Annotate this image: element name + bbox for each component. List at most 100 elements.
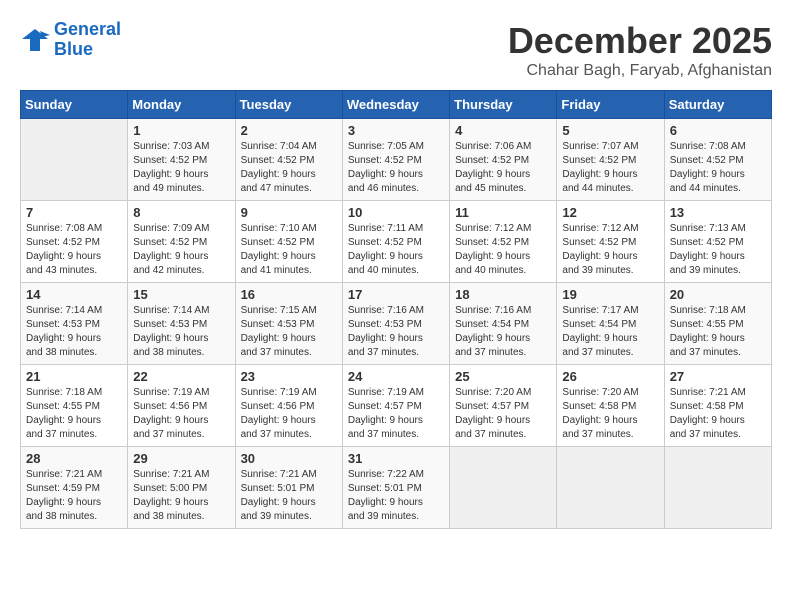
calendar-cell: 24 Sunrise: 7:19 AM Sunset: 4:57 PM Dayli… [342, 365, 449, 447]
calendar-cell [21, 119, 128, 201]
day-number: 4 [455, 123, 551, 138]
day-info: Sunrise: 7:20 AM Sunset: 4:57 PM Dayligh… [455, 386, 551, 442]
day-info: Sunrise: 7:09 AM Sunset: 4:52 PM Dayligh… [133, 222, 229, 278]
day-number: 14 [26, 287, 122, 302]
calendar-cell: 13Sunrise: 7:13 AM Sunset: 4:52 PM Dayli… [664, 201, 771, 283]
logo-text: GeneralBlue [54, 20, 121, 60]
day-number: 26 [562, 369, 658, 384]
calendar-cell: 7Sunrise: 7:08 AM Sunset: 4:52 PM Daylig… [21, 201, 128, 283]
day-number: 1 [133, 123, 229, 138]
day-number: 25 [455, 369, 551, 384]
calendar-cell [664, 447, 771, 529]
day-number: 11 [455, 205, 551, 220]
calendar-cell: 2 Sunrise: 7:04 AM Sunset: 4:52 PM Daylig… [235, 119, 342, 201]
column-header-monday: Monday [128, 91, 235, 119]
day-info: Sunrise: 7:19 AM Sunset: 4:57 PM Dayligh… [348, 386, 444, 442]
day-info: Sunrise: 7:19 AM Sunset: 4:56 PM Dayligh… [241, 386, 337, 442]
column-header-saturday: Saturday [664, 91, 771, 119]
subtitle: Chahar Bagh, Faryab, Afghanistan [508, 62, 772, 80]
calendar-cell: 29 Sunrise: 7:21 AM Sunset: 5:00 PM Dayli… [128, 447, 235, 529]
day-number: 16 [241, 287, 337, 302]
calendar-week-4: 21Sunrise: 7:18 AM Sunset: 4:55 PM Dayli… [21, 365, 772, 447]
day-number: 5 [562, 123, 658, 138]
day-info: Sunrise: 7:21 AM Sunset: 5:01 PM Dayligh… [241, 468, 337, 524]
calendar-cell: 30 Sunrise: 7:21 AM Sunset: 5:01 PM Dayli… [235, 447, 342, 529]
day-number: 27 [670, 369, 766, 384]
calendar-cell: 20 Sunrise: 7:18 AM Sunset: 4:55 PM Dayli… [664, 283, 771, 365]
calendar-cell: 10 Sunrise: 7:11 AM Sunset: 4:52 PM Dayli… [342, 201, 449, 283]
column-header-tuesday: Tuesday [235, 91, 342, 119]
calendar-header-row: SundayMondayTuesdayWednesdayThursdayFrid… [21, 91, 772, 119]
day-number: 2 [241, 123, 337, 138]
day-info: Sunrise: 7:04 AM Sunset: 4:52 PM Dayligh… [241, 140, 337, 196]
column-header-thursday: Thursday [450, 91, 557, 119]
calendar-cell: 8 Sunrise: 7:09 AM Sunset: 4:52 PM Daylig… [128, 201, 235, 283]
calendar-cell: 14 Sunrise: 7:14 AM Sunset: 4:53 PM Dayli… [21, 283, 128, 365]
day-info: Sunrise: 7:14 AM Sunset: 4:53 PM Dayligh… [26, 304, 122, 360]
day-info: Sunrise: 7:08 AM Sunset: 4:52 PM Dayligh… [26, 222, 122, 278]
day-number: 20 [670, 287, 766, 302]
calendar-cell [557, 447, 664, 529]
calendar-week-1: 1Sunrise: 7:03 AM Sunset: 4:52 PM Daylig… [21, 119, 772, 201]
calendar-cell [450, 447, 557, 529]
column-header-sunday: Sunday [21, 91, 128, 119]
day-number: 29 [133, 451, 229, 466]
calendar-cell: 28 Sunrise: 7:21 AM Sunset: 4:59 PM Dayli… [21, 447, 128, 529]
calendar-cell: 1Sunrise: 7:03 AM Sunset: 4:52 PM Daylig… [128, 119, 235, 201]
calendar-cell: 27 Sunrise: 7:21 AM Sunset: 4:58 PM Dayli… [664, 365, 771, 447]
day-number: 8 [133, 205, 229, 220]
calendar-cell: 25 Sunrise: 7:20 AM Sunset: 4:57 PM Dayli… [450, 365, 557, 447]
day-number: 28 [26, 451, 122, 466]
calendar-cell: 22 Sunrise: 7:19 AM Sunset: 4:56 PM Dayli… [128, 365, 235, 447]
day-info: Sunrise: 7:12 AM Sunset: 4:52 PM Dayligh… [562, 222, 658, 278]
day-info: Sunrise: 7:20 AM Sunset: 4:58 PM Dayligh… [562, 386, 658, 442]
day-info: Sunrise: 7:19 AM Sunset: 4:56 PM Dayligh… [133, 386, 229, 442]
day-info: Sunrise: 7:17 AM Sunset: 4:54 PM Dayligh… [562, 304, 658, 360]
day-number: 10 [348, 205, 444, 220]
day-info: Sunrise: 7:21 AM Sunset: 4:59 PM Dayligh… [26, 468, 122, 524]
day-info: Sunrise: 7:05 AM Sunset: 4:52 PM Dayligh… [348, 140, 444, 196]
day-info: Sunrise: 7:21 AM Sunset: 4:58 PM Dayligh… [670, 386, 766, 442]
calendar-week-3: 14 Sunrise: 7:14 AM Sunset: 4:53 PM Dayli… [21, 283, 772, 365]
calendar-cell: 12 Sunrise: 7:12 AM Sunset: 4:52 PM Dayli… [557, 201, 664, 283]
day-number: 15 [133, 287, 229, 302]
calendar-cell: 4 Sunrise: 7:06 AM Sunset: 4:52 PM Daylig… [450, 119, 557, 201]
day-info: Sunrise: 7:15 AM Sunset: 4:53 PM Dayligh… [241, 304, 337, 360]
day-info: Sunrise: 7:06 AM Sunset: 4:52 PM Dayligh… [455, 140, 551, 196]
day-info: Sunrise: 7:16 AM Sunset: 4:53 PM Dayligh… [348, 304, 444, 360]
calendar-cell: 3 Sunrise: 7:05 AM Sunset: 4:52 PM Daylig… [342, 119, 449, 201]
day-number: 24 [348, 369, 444, 384]
day-number: 13 [670, 205, 766, 220]
day-number: 23 [241, 369, 337, 384]
day-info: Sunrise: 7:16 AM Sunset: 4:54 PM Dayligh… [455, 304, 551, 360]
day-number: 30 [241, 451, 337, 466]
calendar-cell: 9Sunrise: 7:10 AM Sunset: 4:52 PM Daylig… [235, 201, 342, 283]
day-number: 17 [348, 287, 444, 302]
calendar-cell: 11Sunrise: 7:12 AM Sunset: 4:52 PM Dayli… [450, 201, 557, 283]
calendar-cell: 16 Sunrise: 7:15 AM Sunset: 4:53 PM Dayli… [235, 283, 342, 365]
logo: GeneralBlue [20, 20, 121, 60]
logo-icon [20, 25, 50, 55]
column-header-friday: Friday [557, 91, 664, 119]
day-number: 6 [670, 123, 766, 138]
day-info: Sunrise: 7:11 AM Sunset: 4:52 PM Dayligh… [348, 222, 444, 278]
day-number: 21 [26, 369, 122, 384]
day-info: Sunrise: 7:21 AM Sunset: 5:00 PM Dayligh… [133, 468, 229, 524]
day-number: 12 [562, 205, 658, 220]
title-block: December 2025 Chahar Bagh, Faryab, Afgha… [508, 20, 772, 80]
day-info: Sunrise: 7:14 AM Sunset: 4:53 PM Dayligh… [133, 304, 229, 360]
calendar-cell: 19Sunrise: 7:17 AM Sunset: 4:54 PM Dayli… [557, 283, 664, 365]
day-info: Sunrise: 7:22 AM Sunset: 5:01 PM Dayligh… [348, 468, 444, 524]
day-info: Sunrise: 7:18 AM Sunset: 4:55 PM Dayligh… [670, 304, 766, 360]
calendar-cell: 26 Sunrise: 7:20 AM Sunset: 4:58 PM Dayli… [557, 365, 664, 447]
day-number: 3 [348, 123, 444, 138]
main-title: December 2025 [508, 20, 772, 62]
day-number: 22 [133, 369, 229, 384]
calendar-cell: 21Sunrise: 7:18 AM Sunset: 4:55 PM Dayli… [21, 365, 128, 447]
day-number: 9 [241, 205, 337, 220]
calendar-cell: 23 Sunrise: 7:19 AM Sunset: 4:56 PM Dayli… [235, 365, 342, 447]
page-header: GeneralBlue December 2025 Chahar Bagh, F… [20, 20, 772, 80]
calendar-cell: 18Sunrise: 7:16 AM Sunset: 4:54 PM Dayli… [450, 283, 557, 365]
calendar-cell: 17 Sunrise: 7:16 AM Sunset: 4:53 PM Dayli… [342, 283, 449, 365]
calendar-body: 1Sunrise: 7:03 AM Sunset: 4:52 PM Daylig… [21, 119, 772, 529]
